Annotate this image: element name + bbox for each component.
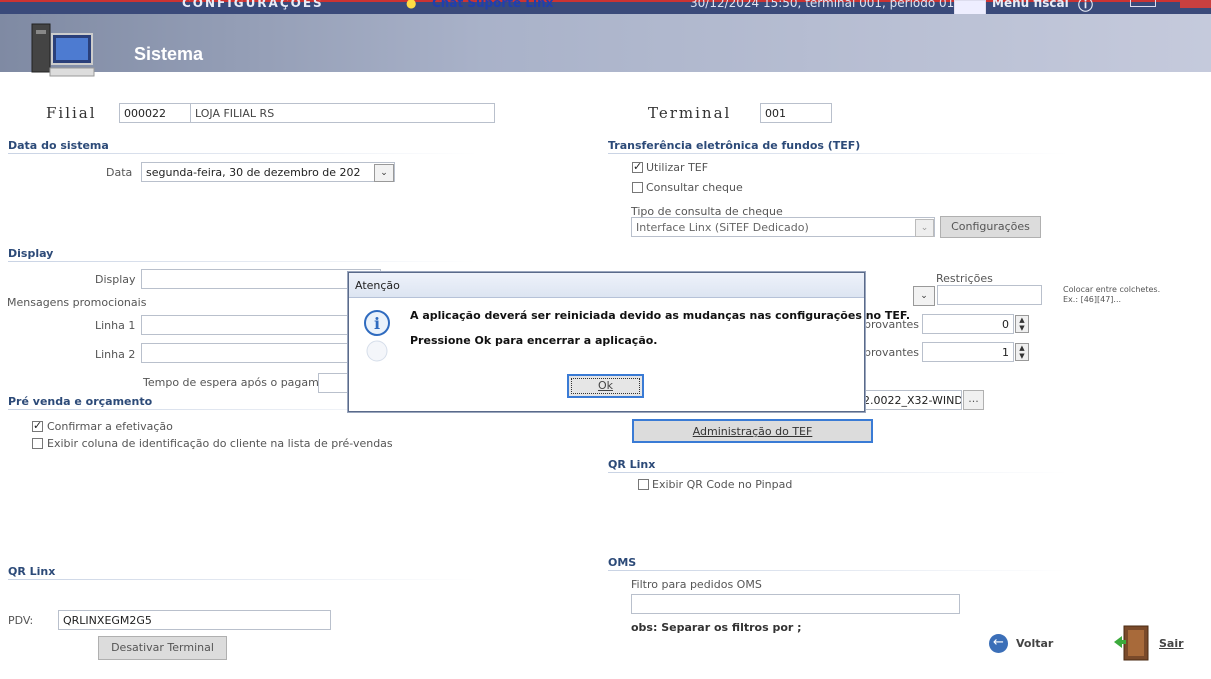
receipts-label-2: provantes bbox=[864, 346, 920, 359]
exit-door-icon[interactable] bbox=[1112, 624, 1154, 664]
divider bbox=[8, 153, 478, 154]
consult-check-label: Consultar cheque bbox=[646, 181, 743, 194]
ok-button[interactable]: Ok bbox=[567, 374, 644, 398]
fiscal-menu-icon[interactable] bbox=[954, 0, 986, 14]
chevron-down-icon[interactable]: ⌄ bbox=[913, 286, 935, 306]
receipts-stepper-1[interactable]: ▲ ▼ bbox=[1015, 315, 1029, 333]
computer-icon bbox=[31, 23, 95, 77]
section-qr-linx-right: QR Linx bbox=[608, 458, 656, 471]
receipts-stepper-2[interactable]: ▲ ▼ bbox=[1015, 343, 1029, 361]
tef-administration-button[interactable]: Administração do TEF bbox=[632, 419, 873, 443]
app-title: CONFIGURAÇÕES bbox=[182, 0, 324, 10]
display-field[interactable] bbox=[141, 269, 381, 289]
brackets-example: Ex.: [46][47]... bbox=[1063, 295, 1122, 304]
chat-icon[interactable]: ● bbox=[406, 0, 416, 10]
filial-label: Filial bbox=[46, 104, 97, 122]
top-bar: CONFIGURAÇÕES ● Chat Suporte Linx 30/12/… bbox=[0, 0, 1211, 14]
restrictions-label: Restrições bbox=[936, 272, 993, 285]
deactivate-terminal-button[interactable]: Desativar Terminal bbox=[98, 636, 227, 660]
date-value: segunda-feira, 30 de dezembro de 202 bbox=[146, 166, 361, 179]
exit-button[interactable]: Sair bbox=[1159, 637, 1184, 650]
divider bbox=[8, 261, 478, 262]
section-data-sistema: Data do sistema bbox=[8, 139, 109, 152]
divider bbox=[608, 570, 1068, 571]
receipts-field-1[interactable]: 0 bbox=[922, 314, 1014, 334]
info-icon[interactable]: ⓘ bbox=[1078, 0, 1093, 14]
line2-field[interactable] bbox=[141, 343, 381, 363]
svg-text:i: i bbox=[374, 314, 380, 333]
brackets-hint: Colocar entre colchetes. bbox=[1063, 285, 1161, 294]
minimize-icon[interactable] bbox=[1130, 0, 1156, 7]
confirm-effectuation-label: Confirmar a efetivação bbox=[47, 420, 173, 433]
filial-name-field[interactable]: LOJA FILIAL RS bbox=[190, 103, 495, 123]
tef-path-field[interactable]: 2.0022_X32-WINDOV bbox=[858, 390, 962, 410]
date-select[interactable]: segunda-feira, 30 de dezembro de 202 bbox=[141, 162, 395, 182]
pinpad-qr-label: Exibir QR Code no Pinpad bbox=[652, 478, 793, 491]
chevron-down-icon[interactable]: ⌄ bbox=[915, 219, 934, 237]
info-icon: i bbox=[364, 310, 390, 362]
promo-messages-label: Mensagens promocionais bbox=[7, 296, 147, 309]
display-label: Display bbox=[95, 273, 136, 286]
divider bbox=[608, 472, 1068, 473]
consult-check-checkbox[interactable] bbox=[632, 182, 643, 193]
line1-label: Linha 1 bbox=[95, 319, 136, 332]
dialog-title: Atenção bbox=[355, 279, 400, 292]
section-tef: Transferência eletrônica de fundos (TEF) bbox=[608, 139, 861, 152]
fiscal-menu-button[interactable]: Menu fiscal bbox=[992, 0, 1069, 10]
wait-time-label: Tempo de espera após o pagamento bbox=[143, 376, 344, 389]
show-client-column-label: Exibir coluna de identificação do client… bbox=[47, 437, 393, 450]
pinpad-qr-checkbox[interactable] bbox=[638, 479, 649, 490]
pdv-field[interactable]: QRLINXEGM2G5 bbox=[58, 610, 331, 630]
terminal-field[interactable]: 001 bbox=[760, 103, 832, 123]
restrictions-field[interactable] bbox=[937, 285, 1042, 305]
use-tef-checkbox[interactable] bbox=[632, 160, 643, 173]
oms-filter-field[interactable] bbox=[631, 594, 960, 614]
section-oms: OMS bbox=[608, 556, 637, 569]
filial-code-field[interactable]: 000022 bbox=[119, 103, 191, 123]
oms-obs-text: obs: Separar os filtros por ; bbox=[631, 621, 802, 634]
back-button[interactable]: Voltar bbox=[1016, 637, 1053, 650]
section-display: Display bbox=[8, 247, 54, 260]
divider bbox=[608, 153, 1068, 154]
attention-dialog: Atenção i A aplicação deverá ser reinici… bbox=[348, 272, 910, 412]
consult-type-select[interactable]: Interface Linx (SiTEF Dedicado) bbox=[631, 217, 935, 237]
show-client-column-checkbox[interactable] bbox=[32, 438, 43, 449]
divider bbox=[8, 579, 478, 580]
status-text: 30/12/2024 15:50, terminal 001, período … bbox=[690, 0, 959, 10]
line1-field[interactable] bbox=[141, 315, 381, 335]
receipts-field-2[interactable]: 1 bbox=[922, 342, 1014, 362]
terminal-label: Terminal bbox=[648, 104, 732, 122]
section-pre-venda: Pré venda e orçamento bbox=[8, 395, 153, 408]
oms-filter-label: Filtro para pedidos OMS bbox=[631, 578, 762, 591]
back-arrow-icon[interactable]: ← bbox=[989, 634, 1008, 653]
page-header: Sistema bbox=[0, 14, 1211, 77]
chevron-down-icon[interactable]: ⌄ bbox=[374, 164, 394, 182]
date-label: Data bbox=[106, 166, 133, 179]
browse-button[interactable]: ... bbox=[963, 390, 984, 410]
consult-type-value: Interface Linx (SiTEF Dedicado) bbox=[636, 221, 809, 234]
page-title: Sistema bbox=[134, 44, 204, 64]
dialog-titlebar: Atenção bbox=[349, 273, 864, 298]
dialog-message-line2: Pressione Ok para encerrar a aplicação. bbox=[410, 334, 658, 347]
pdv-label: PDV: bbox=[8, 614, 34, 627]
dialog-message-line1: A aplicação deverá ser reiniciada devido… bbox=[410, 309, 911, 322]
chat-support-link[interactable]: Chat Suporte Linx bbox=[432, 0, 553, 10]
tef-configurations-button[interactable]: Configurações bbox=[940, 216, 1041, 238]
section-qr-linx-left: QR Linx bbox=[8, 565, 56, 578]
line2-label: Linha 2 bbox=[95, 348, 136, 361]
close-icon[interactable] bbox=[1180, 0, 1211, 8]
use-tef-label: Utilizar TEF bbox=[646, 161, 709, 174]
confirm-effectuation-checkbox[interactable] bbox=[32, 419, 43, 432]
